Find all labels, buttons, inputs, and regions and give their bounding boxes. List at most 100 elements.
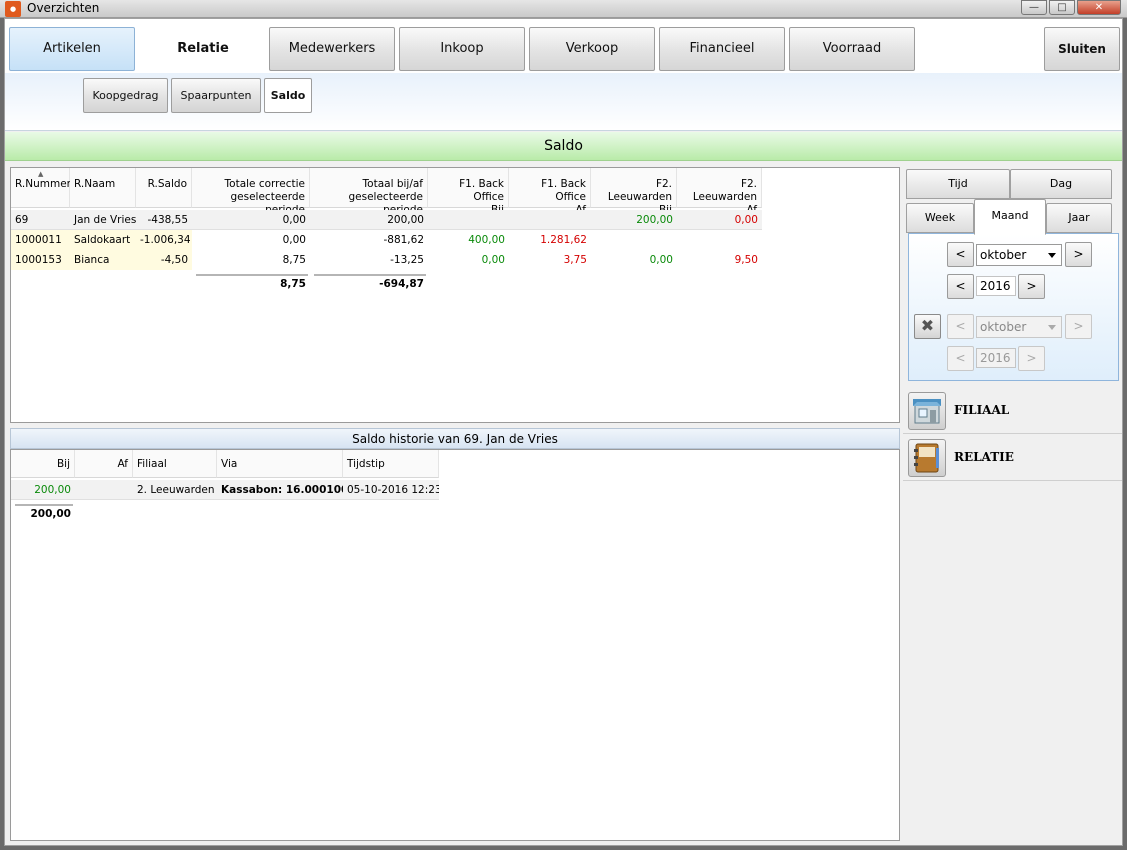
tab-spaarpunten[interactable]: Spaarpunten [171, 78, 261, 113]
cell-rsaldo: -1.006,34 [136, 230, 192, 250]
tab-week[interactable]: Week [906, 203, 974, 233]
main-tab-bar: Artikelen Relatie Medewerkers Inkoop Ver… [5, 19, 1122, 73]
clear-range-button[interactable]: ✖ [914, 314, 941, 339]
main-window: Artikelen Relatie Medewerkers Inkoop Ver… [4, 18, 1123, 846]
cell-bijaf: -881,62 [383, 234, 424, 246]
cell-rsaldo: -438,55 [147, 214, 188, 226]
prev-month2-button[interactable]: < [947, 314, 974, 339]
col-header-tijdstip[interactable]: Tijdstip [343, 450, 439, 478]
address-book-icon [908, 439, 946, 477]
title-bar: ● Overzichten — □ ✕ [0, 0, 1127, 18]
year-field[interactable]: 2016 [976, 276, 1016, 296]
col-header-via[interactable]: Via [217, 450, 343, 478]
tab-koopgedrag[interactable]: Koopgedrag [83, 78, 168, 113]
history-grid[interactable]: Bij Af Filiaal Via Tijdstip 200,00 2. Le… [10, 449, 900, 841]
tab-dag[interactable]: Dag [1010, 169, 1112, 199]
cell-f1-af: 3,75 [563, 254, 587, 266]
month2-select[interactable]: oktober [976, 316, 1062, 338]
chevron-down-icon [1048, 325, 1056, 330]
close-icon[interactable]: ✕ [1077, 0, 1121, 15]
saldo-grid[interactable]: ▲ R.Nummer R.Naam R.Saldo Totale correcti… [10, 167, 900, 423]
store-icon [908, 392, 946, 430]
sort-ascending-icon: ▲ [38, 170, 44, 178]
history-title: Saldo historie van 69. Jan de Vries [10, 428, 900, 449]
cell-rnummer: 1000153 [11, 250, 70, 270]
prev-year-button[interactable]: < [947, 274, 974, 299]
col-header-totale-correctie[interactable]: Totale correctiegeselecteerde periode [192, 168, 310, 216]
link-relatie[interactable]: RELATIE [903, 435, 1122, 481]
next-year-button[interactable]: > [1018, 274, 1045, 299]
cell-rnaam: Bianca [70, 250, 136, 270]
section-banner: Saldo [5, 132, 1122, 161]
col-header-totaal-bijaf[interactable]: Totaal bij/afgeselecteerde periode [310, 168, 428, 216]
maximize-icon[interactable]: □ [1049, 0, 1075, 15]
cell-f2-bij: 200,00 [636, 214, 673, 226]
cell-via: Kassabon: 16.000100 [221, 484, 343, 496]
next-month2-button[interactable]: > [1065, 314, 1092, 339]
tab-relatie[interactable]: Relatie [138, 27, 268, 71]
table-row[interactable]: 1000153 Bianca -4,50 8,75 -13,25 0,00 3,… [11, 250, 762, 270]
cell-rnummer: 1000011 [11, 230, 70, 250]
tab-tijd[interactable]: Tijd [906, 169, 1010, 199]
col-header-f1-bij[interactable]: F1. Back OfficeBij [428, 168, 509, 216]
cell-f1-bij: 400,00 [468, 234, 505, 246]
col-header-rnummer[interactable]: ▲ R.Nummer [11, 168, 71, 208]
total-bijaf: -694,87 [379, 278, 424, 290]
cell-f2-af: 9,50 [734, 254, 758, 266]
next-month-button[interactable]: > [1065, 242, 1092, 267]
table-row[interactable]: 1000011 Saldokaart -1.006,34 0,00 -881,6… [11, 230, 762, 250]
period-selector: < oktober > < 2016 > ✖ < oktober > < 201… [908, 233, 1119, 381]
col-header-f1-af[interactable]: F1. Back OfficeAf [509, 168, 591, 216]
cell-bijaf: 200,00 [387, 214, 424, 226]
prev-month-button[interactable]: < [947, 242, 974, 267]
link-filiaal[interactable]: FILIAAL [903, 388, 1122, 434]
year2-field[interactable]: 2016 [976, 348, 1016, 368]
cell-bijaf: -13,25 [390, 254, 424, 266]
cell-f1-bij: 0,00 [481, 254, 505, 266]
tab-inkoop[interactable]: Inkoop [399, 27, 525, 71]
tab-artikelen[interactable]: Artikelen [9, 27, 135, 71]
prev-year2-button[interactable]: < [947, 346, 974, 371]
cell-f1-af: 1.281,62 [540, 234, 587, 246]
col-header-f2-bij[interactable]: F2. LeeuwardenBij [591, 168, 677, 216]
chevron-down-icon [1048, 253, 1056, 258]
cell-correctie: 8,75 [282, 254, 306, 266]
cell-rsaldo: -4,50 [136, 250, 192, 270]
col-header-rnaam[interactable]: R.Naam [70, 168, 136, 208]
month-select[interactable]: oktober [976, 244, 1062, 266]
tab-saldo[interactable]: Saldo [264, 78, 312, 113]
link-filiaal-label: FILIAAL [954, 403, 1010, 417]
col-header-f2-af[interactable]: F2. LeeuwardenAf [677, 168, 762, 216]
cell-f2-bij: 0,00 [649, 254, 673, 266]
cell-bij: 200,00 [34, 484, 71, 496]
tab-financieel[interactable]: Financieel [659, 27, 785, 71]
period-side-panel: Tijd Dag Week Jaar < oktober > < 2016 > … [903, 167, 1122, 845]
col-header-rsaldo[interactable]: R.Saldo [136, 168, 192, 208]
col-header-af[interactable]: Af [75, 450, 133, 478]
tab-verkoop[interactable]: Verkoop [529, 27, 655, 71]
cell-correctie: 0,00 [282, 234, 306, 246]
table-row[interactable]: 200,00 2. Leeuwarden Kassabon: 16.000100… [11, 480, 439, 500]
cell-filiaal: 2. Leeuwarden [137, 484, 215, 496]
tab-voorraad[interactable]: Voorraad [789, 27, 915, 71]
col-header-filiaal[interactable]: Filiaal [133, 450, 217, 478]
next-year2-button[interactable]: > [1018, 346, 1045, 371]
history-total-bij: 200,00 [30, 508, 71, 520]
link-relatie-label: RELATIE [954, 450, 1014, 464]
cell-tijdstip: 05-10-2016 12:23 [347, 484, 439, 496]
cell-rnummer: 69 [15, 214, 29, 226]
window-title: Overzichten [27, 1, 100, 15]
close-button[interactable]: Sluiten [1044, 27, 1120, 71]
cell-correctie: 0,00 [282, 214, 306, 226]
sub-tab-bar: Koopgedrag Spaarpunten Saldo [5, 73, 1122, 131]
cell-rnaam: Saldokaart [70, 230, 136, 250]
tab-jaar[interactable]: Jaar [1046, 203, 1112, 233]
app-logo-icon: ● [5, 1, 21, 17]
tab-maand[interactable]: Maand [974, 199, 1046, 235]
cell-rnaam: Jan de Vries [74, 214, 136, 226]
total-correctie: 8,75 [280, 278, 306, 290]
table-row[interactable]: 69 Jan de Vries -438,55 0,00 200,00 200,… [11, 210, 762, 230]
tab-medewerkers[interactable]: Medewerkers [269, 27, 395, 71]
minimize-icon[interactable]: — [1021, 0, 1047, 15]
col-header-bij[interactable]: Bij [11, 450, 75, 478]
